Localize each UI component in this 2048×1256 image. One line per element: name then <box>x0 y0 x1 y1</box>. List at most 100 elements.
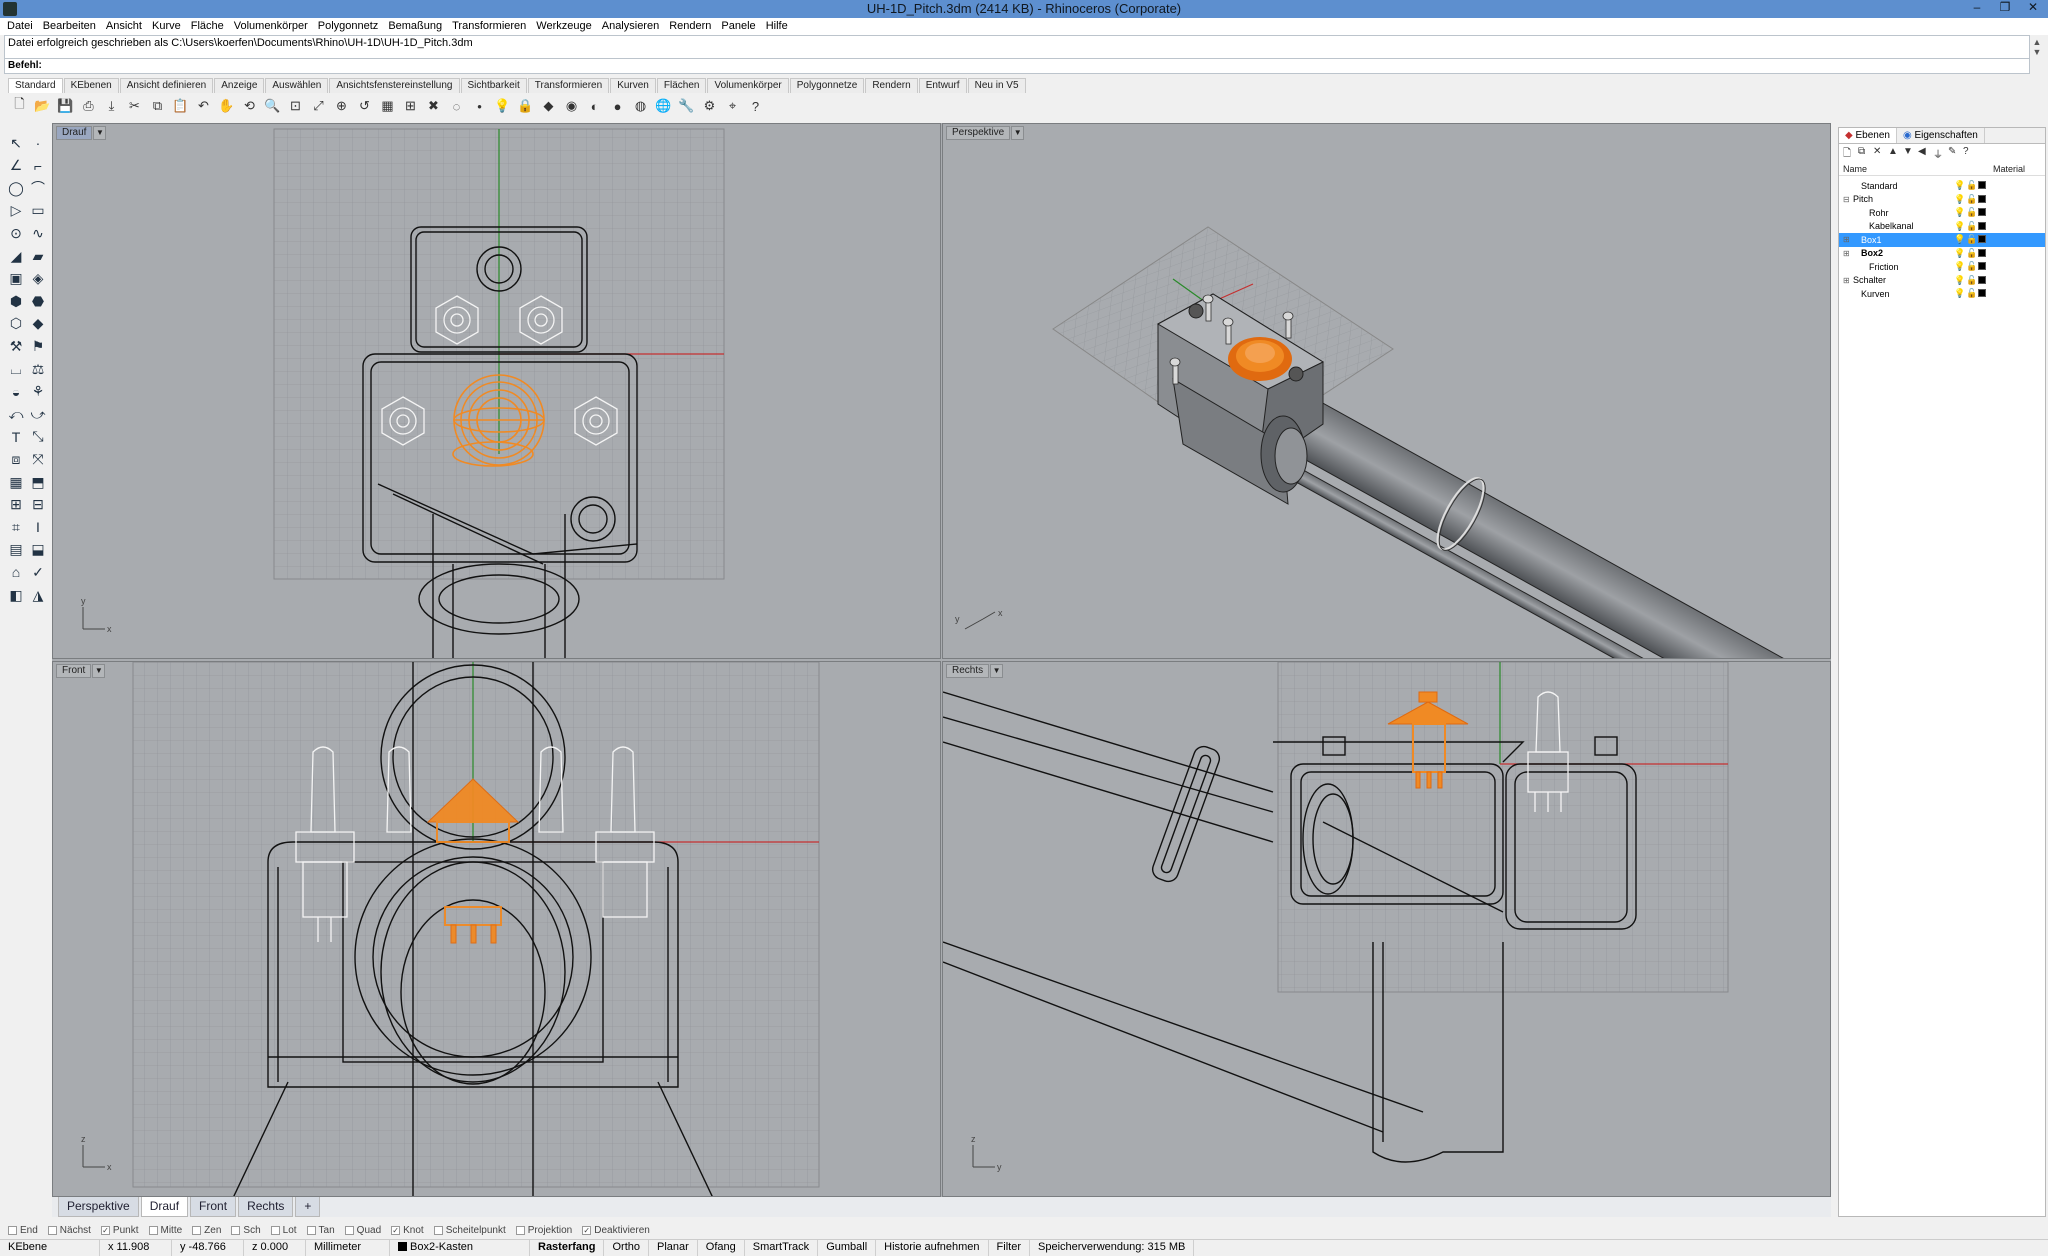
left-tool-32-icon[interactable]: ⊞ <box>6 495 26 515</box>
toolbar-tab-2[interactable]: Ansicht definieren <box>119 78 214 93</box>
render-icon[interactable]: ◍ <box>631 97 650 116</box>
osnap-checkbox[interactable] <box>192 1225 202 1235</box>
select-icon[interactable]: ◌ <box>447 97 466 116</box>
layer-row[interactable]: ⊞ Schalter 💡 🔓 <box>1839 274 2045 288</box>
column-name[interactable]: Name <box>1843 164 1993 174</box>
left-tool-17-icon[interactable]: ◆ <box>28 314 48 334</box>
move-up-icon[interactable]: ▲ <box>1888 146 1900 158</box>
pan-icon[interactable]: ✋ <box>217 97 236 116</box>
left-tool-13-icon[interactable]: ◈ <box>28 269 48 289</box>
help-icon[interactable]: ? <box>746 97 765 116</box>
status-mode-1[interactable]: Ortho <box>604 1240 649 1256</box>
osnap-checkbox[interactable] <box>231 1225 241 1235</box>
left-tool-23-icon[interactable]: ⚘ <box>28 382 48 402</box>
menu-item-2[interactable]: Ansicht <box>103 18 149 35</box>
toolbar-tab-9[interactable]: Flächen <box>656 78 707 93</box>
tab-properties[interactable]: ◉ Eigenschaften <box>1897 128 1985 143</box>
help-icon[interactable]: ? <box>1963 146 1975 158</box>
minimize-button[interactable]: – <box>1964 0 1990 18</box>
toolbar-tab-10[interactable]: Volumenkörper <box>707 78 789 93</box>
delete-icon[interactable]: ✖ <box>424 97 443 116</box>
open-icon[interactable]: 📂 <box>33 97 52 116</box>
left-tool-0-icon[interactable]: ↖ <box>6 133 26 153</box>
toolbar-tab-13[interactable]: Entwurf <box>918 78 967 93</box>
viewport-tab-0[interactable]: Perspektive <box>58 1197 139 1217</box>
left-tool-10-icon[interactable]: ◢ <box>6 246 26 266</box>
left-tool-35-icon[interactable]: I <box>28 517 48 537</box>
lock-icon[interactable]: 🔓 <box>1966 208 1977 217</box>
visibility-bulb-icon[interactable]: 💡 <box>1954 262 1965 271</box>
history-scroll-up[interactable]: ▲ <box>2032 37 2042 47</box>
osnap-checkbox[interactable] <box>306 1225 316 1235</box>
visibility-bulb-icon[interactable]: 💡 <box>1954 194 1965 204</box>
viewport-menu-icon[interactable]: ▼ <box>990 664 1004 678</box>
left-tool-34-icon[interactable]: ⌗ <box>6 517 26 537</box>
osnap-0[interactable]: End <box>8 1222 38 1238</box>
menu-item-12[interactable]: Panele <box>718 18 762 35</box>
lock-icon[interactable]: 🔓 <box>1966 275 1977 285</box>
osnap-3[interactable]: Mitte <box>148 1222 182 1238</box>
osnap-checkbox[interactable] <box>515 1225 525 1235</box>
left-tool-28-icon[interactable]: ⧈ <box>6 449 26 469</box>
color-swatch[interactable] <box>1978 275 1986 284</box>
history-scroll-down[interactable]: ▼ <box>2032 47 2042 57</box>
left-tool-40-icon[interactable]: ◧ <box>6 585 26 605</box>
osnap-4[interactable]: Zen <box>192 1222 221 1238</box>
new-sublayer-icon[interactable]: ⧉ <box>1858 146 1870 158</box>
import-icon[interactable]: ⤓ <box>102 97 121 116</box>
visibility-bulb-icon[interactable]: 💡 <box>1954 208 1965 217</box>
viewport-tab-2[interactable]: Front <box>190 1197 237 1217</box>
lock-icon[interactable]: 🔒 <box>516 97 535 116</box>
toolbar-tab-12[interactable]: Rendern <box>865 78 918 93</box>
layer-row[interactable]: Kabelkanal 💡 🔓 <box>1839 220 2045 234</box>
osnap-checkbox[interactable]: ✓ <box>100 1225 110 1235</box>
zoom-selected-icon[interactable]: ⊕ <box>332 97 351 116</box>
status-mode-4[interactable]: SmartTrack <box>745 1240 819 1256</box>
toolbar-tab-6[interactable]: Sichtbarkeit <box>460 78 527 93</box>
menu-item-13[interactable]: Hilfe <box>763 18 795 35</box>
toolbar-tab-14[interactable]: Neu in V5 <box>967 78 1026 93</box>
left-tool-25-icon[interactable]: ⤻ <box>28 404 48 424</box>
osnap-7[interactable]: Tan <box>306 1222 335 1238</box>
status-mode-6[interactable]: Historie aufnehmen <box>876 1240 989 1256</box>
left-tool-30-icon[interactable]: ▦ <box>6 472 26 492</box>
column-material[interactable]: Material <box>1993 164 2025 174</box>
color-swatch[interactable] <box>1978 208 1986 216</box>
left-tool-19-icon[interactable]: ⚑ <box>28 336 48 356</box>
zoom-extents-icon[interactable]: ⤢ <box>309 97 328 116</box>
snap-icon[interactable]: ⌖ <box>723 97 742 116</box>
viewport-title-front[interactable]: Front ▼ <box>56 664 106 678</box>
close-button[interactable]: ✕ <box>2020 0 2046 18</box>
color-swatch[interactable] <box>1978 235 1986 243</box>
undo-icon[interactable]: ↶ <box>194 97 213 116</box>
menu-item-10[interactable]: Analysieren <box>599 18 666 35</box>
new-icon[interactable]: 🗋 <box>10 96 29 116</box>
osnap-10[interactable]: Scheitelpunkt <box>433 1222 506 1238</box>
delete-layer-icon[interactable]: ✕ <box>1873 146 1885 158</box>
osnap-checkbox[interactable] <box>270 1225 280 1235</box>
left-tool-24-icon[interactable]: ⤺ <box>6 404 26 424</box>
color-swatch[interactable] <box>1978 181 1986 189</box>
status-mode-0[interactable]: Rasterfang <box>530 1240 605 1256</box>
osnap-checkbox[interactable] <box>148 1225 158 1235</box>
toolbar-tab-0[interactable]: Standard <box>8 78 63 93</box>
visibility-bulb-icon[interactable]: 💡 <box>1954 289 1965 298</box>
left-tool-22-icon[interactable]: ◒ <box>6 382 26 402</box>
status-mode-5[interactable]: Gumball <box>818 1240 877 1256</box>
left-tool-29-icon[interactable]: ⤧ <box>28 449 48 469</box>
add-viewport-tab[interactable]: + <box>295 1197 321 1217</box>
left-tool-20-icon[interactable]: ⌴ <box>6 359 26 379</box>
osnap-8[interactable]: Quad <box>344 1222 381 1238</box>
left-tool-6-icon[interactable]: ▷ <box>6 201 26 221</box>
viewport-title-top[interactable]: Drauf ▼ <box>56 126 107 140</box>
layer-row[interactable]: ⊞ Box1 💡 🔓 <box>1839 233 2045 247</box>
osnap-checkbox[interactable] <box>8 1225 17 1235</box>
viewport-perspective[interactable]: Perspektive ▼ y x <box>942 123 1831 659</box>
osnap-5[interactable]: Sch <box>231 1222 261 1238</box>
left-tool-11-icon[interactable]: ▰ <box>28 246 48 266</box>
toolbar-tab-8[interactable]: Kurven <box>610 78 656 93</box>
menu-item-6[interactable]: Polygonnetz <box>315 18 386 35</box>
osnap-9[interactable]: ✓ Knot <box>391 1222 424 1238</box>
viewport-top[interactable]: Drauf ▼ y x <box>52 123 941 659</box>
visibility-bulb-icon[interactable]: 💡 <box>1954 221 1965 231</box>
